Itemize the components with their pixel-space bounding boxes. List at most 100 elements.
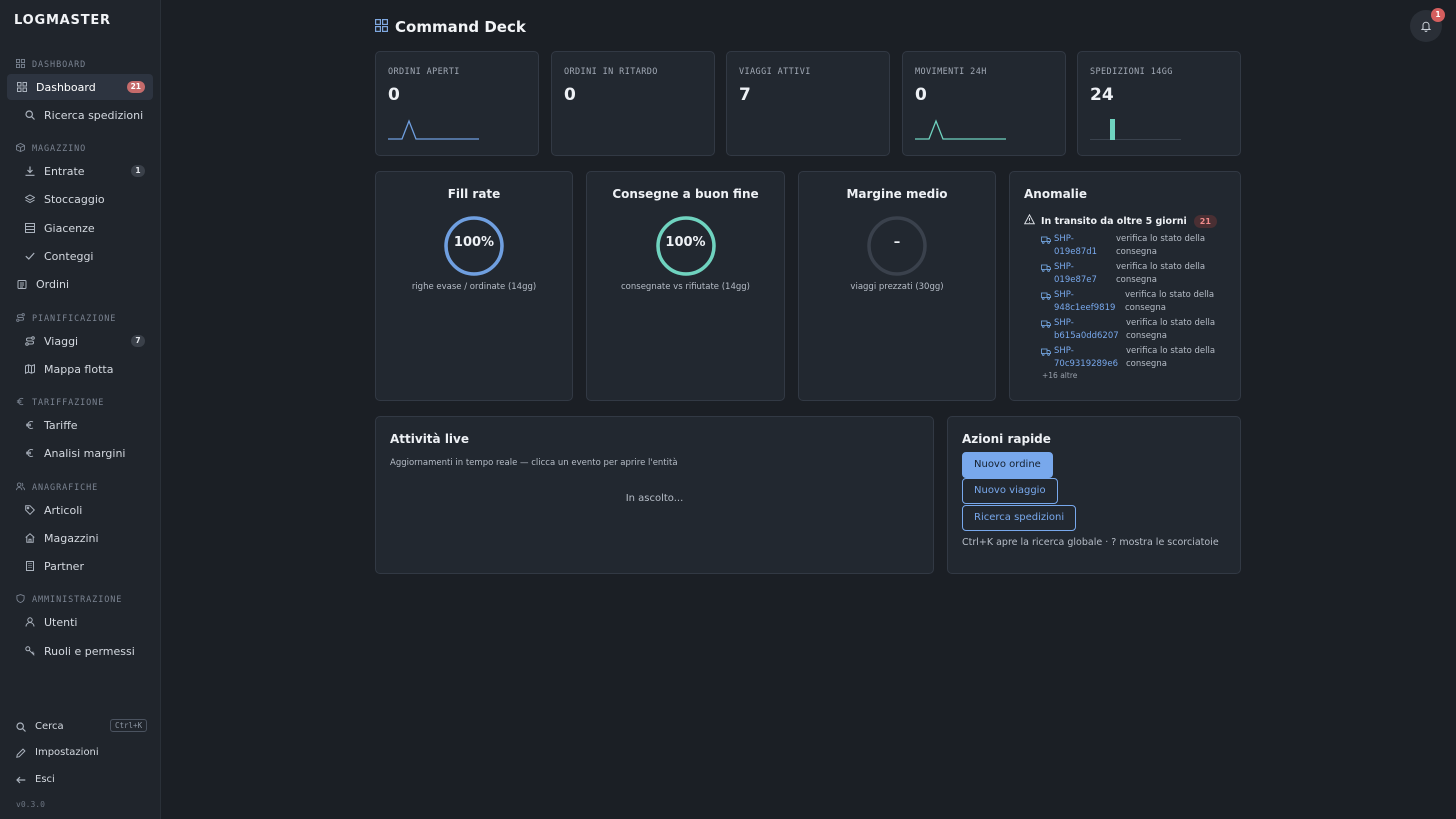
live-activity-status: In ascolto... — [625, 493, 684, 504]
section-anagrafiche: ANAGRAFICHE — [16, 482, 98, 494]
gauge-card-consegne: Consegne a buon fine 100% consegnate vs … — [586, 171, 785, 401]
check-icon — [25, 251, 35, 261]
sidebar-item-articoli[interactable]: Articoli — [7, 497, 153, 523]
key-icon — [25, 646, 35, 656]
sidebar-item-label: Mappa flotta — [44, 362, 114, 376]
sidebar-item-viaggi[interactable]: Viaggi 7 — [7, 328, 153, 354]
shipment-link[interactable]: SHP- 70c9319289e6 — [1054, 345, 1126, 370]
user-icon — [25, 617, 35, 627]
anomalies-more-link[interactable]: +16 altre — [1042, 371, 1077, 380]
sidebar-item-ruoli-e-permessi[interactable]: Ruoli e permessi — [7, 638, 153, 664]
sidebar-item-label: Utenti — [44, 615, 78, 629]
sidebar-item-label: Magazzini — [44, 531, 99, 545]
sidebar-item-label: Stoccaggio — [44, 192, 105, 206]
sidebar-item-label: Conteggi — [44, 249, 94, 263]
kpi-card-spedizioni-14gg: SPEDIZIONI 14GG 24 — [1077, 51, 1241, 156]
sidebar-item-label: Analisi margini — [44, 446, 126, 460]
anomaly-row: SHP- 019e87e7 verifica lo stato della con… — [1041, 261, 1216, 286]
quick-actions-title: Azioni rapide — [962, 432, 1051, 446]
building-icon — [25, 561, 35, 571]
gauge-subtitle: viaggi prezzati (30gg) — [850, 282, 944, 292]
shipment-link[interactable]: SHP- 948c1eef9819 — [1054, 289, 1125, 314]
gauge-value: – — [893, 235, 901, 250]
sidebar-item-label: Viaggi — [44, 334, 79, 348]
sidebar-item-magazzini[interactable]: Magazzini — [7, 525, 153, 551]
anomaly-description: verifica lo stato della consegna — [1116, 262, 1206, 285]
new-order-button[interactable]: Nuovo ordine — [962, 452, 1053, 478]
search-shipments-button[interactable]: Ricerca spedizioni — [962, 505, 1077, 531]
warning-icon — [1023, 213, 1041, 228]
sidebar-settings-button[interactable]: Impostazioni — [16, 747, 99, 758]
euro-icon — [25, 420, 35, 430]
sidebar-item-label: Ricerca spedizioni — [44, 108, 144, 122]
sidebar-item-mappa-flotta[interactable]: Mappa flotta — [7, 356, 153, 382]
kpi-label: ORDINI APERTI — [388, 67, 460, 77]
section-magazzino: MAGAZZINO — [16, 142, 86, 155]
app-version: v0.3.0 — [16, 800, 45, 809]
sidebar-item-conteggi[interactable]: Conteggi — [7, 243, 153, 269]
anomalies-count-badge: 21 — [1193, 214, 1217, 228]
sidebar-item-label: Dashboard — [36, 80, 96, 94]
anomaly-row: SHP- 948c1eef9819 verifica lo stato della… — [1041, 289, 1225, 314]
kpi-label: MOVIMENTI 24H — [915, 67, 987, 77]
anomaly-description: verifica lo stato della consegna — [1116, 234, 1206, 257]
euro-icon — [25, 448, 35, 458]
section-pianificazione: PIANIFICAZIONE — [16, 313, 116, 325]
new-trip-button[interactable]: Nuovo viaggio — [962, 478, 1058, 504]
truck-icon — [1041, 236, 1051, 244]
sidebar-item-label: Ordini — [36, 277, 70, 291]
kpi-value: 0 — [388, 85, 400, 105]
sidebar-item-utenti[interactable]: Utenti — [7, 609, 153, 635]
sidebar-item-partner[interactable]: Partner — [7, 553, 153, 579]
gauge-title: Consegne a buon fine — [612, 187, 759, 201]
gauge-value: 100% — [453, 235, 495, 250]
gauge-subtitle: consegnate vs rifiutate (14gg) — [621, 282, 750, 292]
sidebar-item-label: Tariffe — [44, 418, 78, 432]
anomaly-description: verifica lo stato della consegna — [1126, 346, 1216, 369]
map-icon — [25, 364, 35, 374]
shipment-link[interactable]: SHP- 019e87d1 — [1054, 233, 1116, 258]
kpi-bar-sparkline — [1090, 119, 1181, 140]
gauge-value: 100% — [665, 235, 706, 250]
entrate-badge: 1 — [131, 165, 145, 177]
sidebar-item-analisi-margini[interactable]: Analisi margini — [7, 440, 153, 466]
sidebar-item-tariffe[interactable]: Tariffe — [7, 412, 153, 438]
anomalies-title: Anomalie — [1024, 187, 1088, 201]
clipboard-icon — [17, 279, 27, 289]
search-icon — [16, 721, 26, 732]
users-icon — [16, 482, 25, 494]
live-activity-card: Attività live Aggiornamenti in tempo rea… — [375, 416, 934, 574]
sidebar-item-label: Articoli — [44, 503, 83, 517]
section-amministrazione: AMMINISTRAZIONE — [16, 594, 122, 606]
kpi-value: 24 — [1090, 85, 1114, 105]
anomaly-row: SHP- 70c9319289e6 verifica lo stato della… — [1041, 345, 1226, 370]
shield-icon — [16, 594, 25, 606]
gauge-title: Fill rate — [447, 187, 501, 201]
sidebar-item-stoccaggio[interactable]: Stoccaggio — [7, 186, 153, 212]
grid-icon — [17, 82, 27, 92]
sidebar-search-button[interactable]: Cerca — [16, 721, 64, 732]
viaggi-badge: 7 — [131, 335, 145, 347]
bell-icon — [1420, 17, 1432, 36]
anomaly-row: SHP-b615a0dd6207 verifica lo stato della… — [1041, 317, 1226, 342]
sidebar-item-entrate[interactable]: Entrate 1 — [7, 158, 153, 184]
sidebar-logout-button[interactable]: Esci — [16, 774, 55, 785]
live-activity-title: Attività live — [390, 432, 470, 446]
grid-icon — [375, 18, 389, 36]
kpi-card-ordini-aperti: ORDINI APERTI 0 — [375, 51, 539, 156]
gauge-card-margine-medio: Margine medio – viaggi prezzati (30gg) — [798, 171, 996, 401]
sidebar-item-ricerca-spedizioni[interactable]: Ricerca spedizioni — [7, 102, 153, 128]
kpi-label: ORDINI IN RITARDO — [564, 67, 658, 77]
sidebar-item-giacenze[interactable]: Giacenze — [7, 215, 153, 241]
inventory-icon — [25, 223, 35, 233]
tag-icon — [25, 505, 35, 515]
page-title: Command Deck — [375, 18, 526, 36]
shipment-link[interactable]: SHP-b615a0dd6207 — [1054, 317, 1126, 342]
box-icon — [16, 142, 25, 155]
section-dashboard: DASHBOARD — [15, 59, 86, 71]
sidebar-item-dashboard[interactable]: Dashboard 21 — [7, 74, 153, 100]
shipment-link[interactable]: SHP- 019e87e7 — [1054, 261, 1116, 286]
anomalies-card: Anomalie In transito da oltre 5 giorni 2… — [1009, 171, 1241, 401]
layers-icon — [25, 194, 35, 204]
sidebar-item-ordini[interactable]: Ordini — [7, 271, 153, 297]
